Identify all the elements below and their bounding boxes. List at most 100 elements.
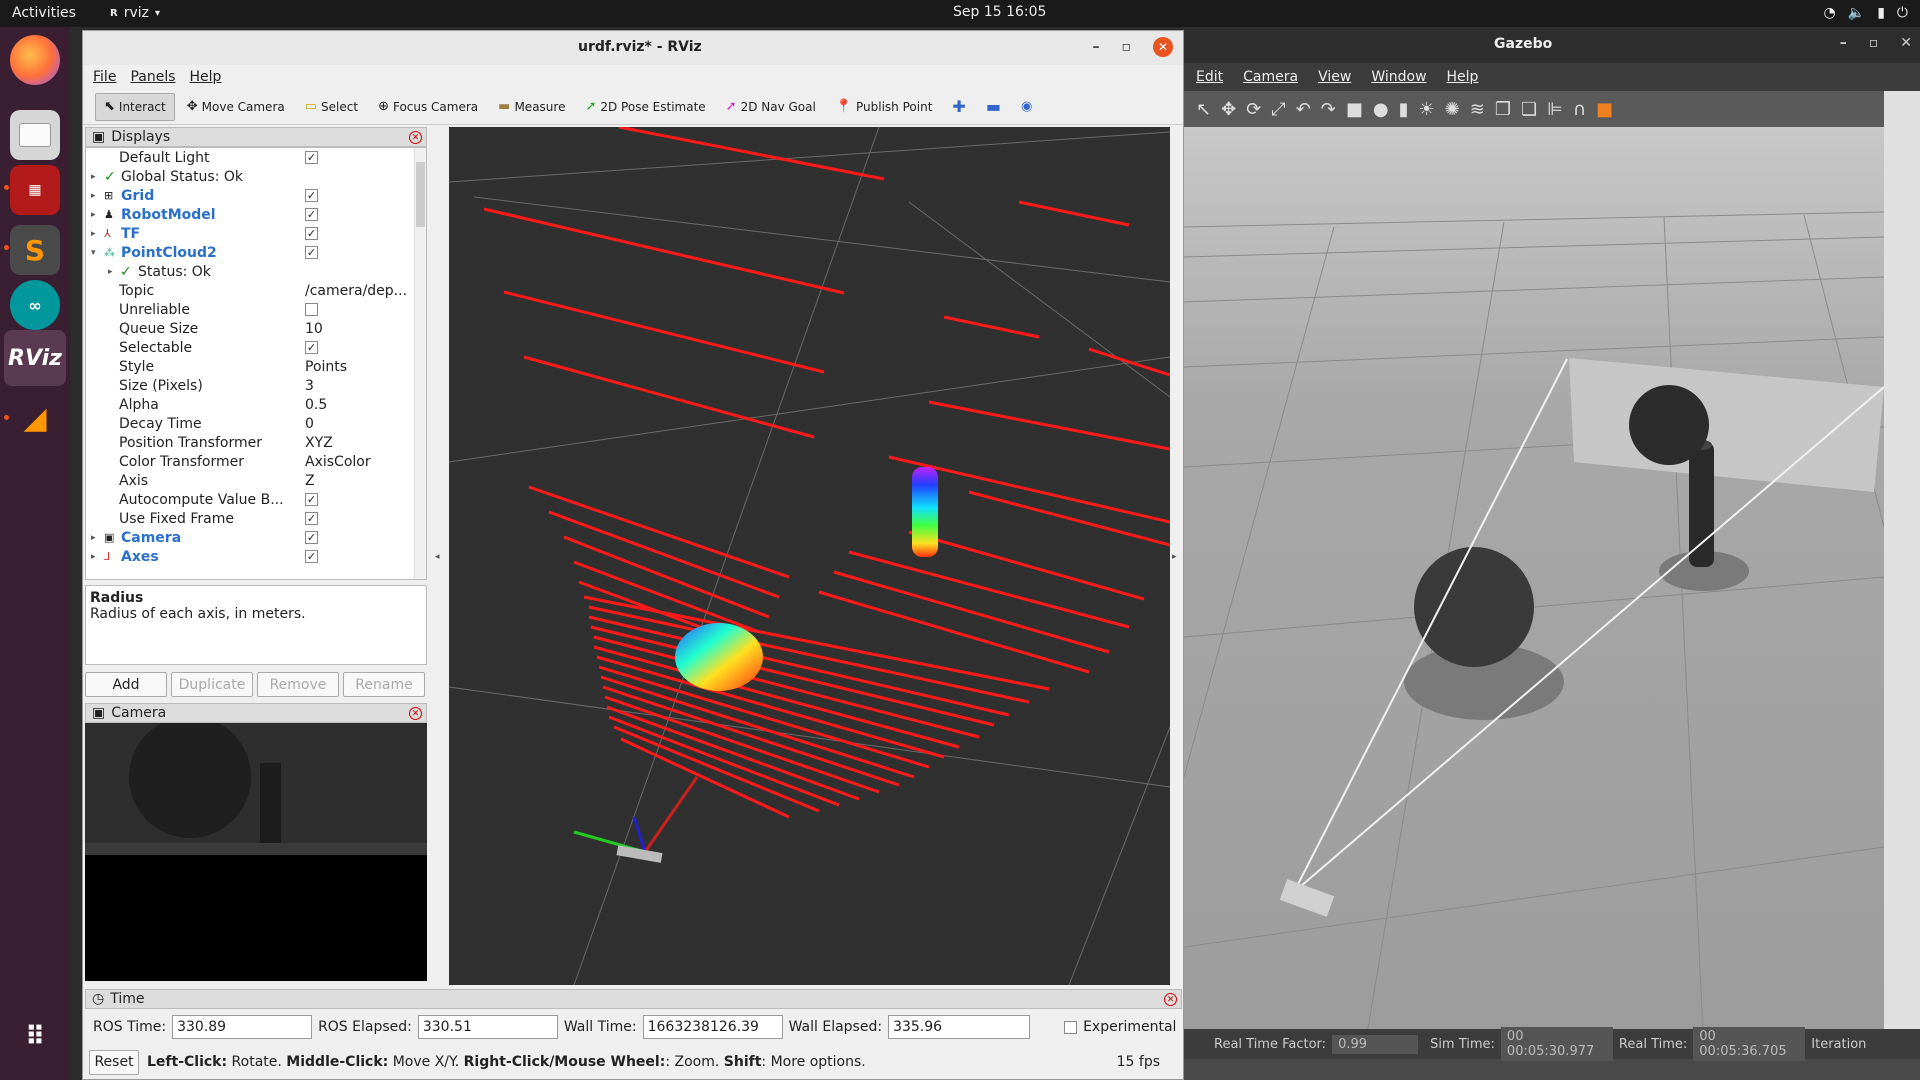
- row-value[interactable]: 0.5: [305, 397, 327, 413]
- tree-row-unreliable[interactable]: Unreliable: [86, 300, 426, 319]
- rviz-titlebar[interactable]: urdf.rviz* - RViz – ▫ ✕: [83, 31, 1183, 65]
- ros-elapsed-field[interactable]: 330.51: [417, 1015, 558, 1039]
- rename-button[interactable]: Rename: [343, 672, 425, 697]
- expand-icon[interactable]: ▸: [91, 533, 103, 543]
- tree-row-status[interactable]: ▸ ✓ Status: Ok: [86, 262, 426, 281]
- move-camera-tool[interactable]: ✥ Move Camera: [179, 93, 293, 121]
- row-value[interactable]: Points: [305, 359, 347, 375]
- ros-time-field[interactable]: 330.89: [172, 1015, 313, 1039]
- tree-row-use-fixed-frame[interactable]: Use Fixed Frame ✓: [86, 509, 426, 528]
- tree-row-default-light[interactable]: Default Light ✓: [86, 148, 426, 167]
- wall-elapsed-field[interactable]: 335.96: [888, 1015, 1031, 1039]
- expand-icon[interactable]: ▸: [91, 552, 103, 562]
- add-button[interactable]: Add: [85, 672, 167, 697]
- left-splitter[interactable]: ◂: [435, 127, 447, 985]
- tree-row-autocompute[interactable]: Autocompute Value B... ✓: [86, 490, 426, 509]
- pose-estimate-tool[interactable]: ➚ 2D Pose Estimate: [577, 93, 713, 121]
- gazebo-menu-camera[interactable]: Camera: [1243, 69, 1298, 85]
- checkbox[interactable]: ✓: [305, 341, 318, 354]
- gazebo-menu-help[interactable]: Help: [1447, 69, 1479, 85]
- scale-icon[interactable]: ⤢: [1271, 99, 1285, 120]
- checkbox[interactable]: ✓: [305, 189, 318, 202]
- tree-row-grid[interactable]: ▸ ⊞ Grid ✓: [86, 186, 426, 205]
- sublime-merge-icon[interactable]: ◢: [10, 393, 60, 443]
- row-value[interactable]: Z: [305, 473, 315, 489]
- rotate-icon[interactable]: ⟳: [1246, 99, 1261, 120]
- tree-row-queue-size[interactable]: Queue Size 10: [86, 319, 426, 338]
- duplicate-button[interactable]: Duplicate: [171, 672, 253, 697]
- close-icon[interactable]: ✕: [1900, 35, 1912, 51]
- arduino-icon[interactable]: ∞: [10, 280, 60, 330]
- menu-help[interactable]: Help: [190, 69, 222, 85]
- tree-row-topic[interactable]: Topic/camera/dep...: [86, 281, 426, 300]
- row-value[interactable]: 3: [305, 378, 314, 394]
- sublime-icon[interactable]: S: [10, 225, 60, 275]
- checkbox[interactable]: ✓: [305, 531, 318, 544]
- camera-type-button[interactable]: ◉: [1013, 93, 1040, 121]
- translate-icon[interactable]: ✥: [1221, 99, 1236, 120]
- tree-row-axis[interactable]: Axis Z: [86, 471, 426, 490]
- checkbox[interactable]: ✓: [305, 493, 318, 506]
- snap-icon[interactable]: ∩: [1573, 99, 1586, 120]
- firefox-icon[interactable]: [10, 35, 60, 85]
- undo-icon[interactable]: ↶: [1296, 99, 1311, 120]
- system-tray[interactable]: ◔ 🔈 ▮ ⏻: [1824, 5, 1908, 21]
- directional-light-icon[interactable]: ≋: [1470, 99, 1485, 120]
- activities-button[interactable]: Activities: [12, 5, 76, 21]
- gazebo-menu-window[interactable]: Window: [1371, 69, 1426, 85]
- close-icon[interactable]: ✕: [1164, 993, 1177, 1006]
- wall-time-field[interactable]: 1663238126.39: [642, 1015, 783, 1039]
- tree-row-robotmodel[interactable]: ▸ ♟ RobotModel ✓: [86, 205, 426, 224]
- tree-row-color-transformer[interactable]: Color Transformer AxisColor: [86, 452, 426, 471]
- minimize-icon[interactable]: –: [1840, 35, 1847, 51]
- checkbox[interactable]: [305, 303, 318, 316]
- checkbox[interactable]: ✓: [305, 208, 318, 221]
- expand-icon[interactable]: ▸: [108, 267, 120, 277]
- files-icon[interactable]: [10, 110, 60, 160]
- close-icon[interactable]: ✕: [409, 131, 422, 144]
- displays-tree[interactable]: Default Light ✓ ▸ ✓ Global Status: Ok ▸ ⊞ Gri…: [85, 147, 427, 580]
- tree-scrollbar[interactable]: [414, 148, 426, 579]
- remove-button[interactable]: Remove: [257, 672, 339, 697]
- tree-row-global-status[interactable]: ▸ ✓ Global Status: Ok: [86, 167, 426, 186]
- interact-tool[interactable]: ⬉ Interact: [95, 92, 175, 121]
- collapse-icon[interactable]: ▾: [91, 248, 103, 258]
- checkbox[interactable]: ✓: [305, 151, 318, 164]
- right-splitter[interactable]: ▸: [1172, 127, 1184, 985]
- clock[interactable]: Sep 15 16:05: [953, 4, 1046, 20]
- nav-goal-tool[interactable]: ➚ 2D Nav Goal: [718, 93, 824, 121]
- gazebo-menu-view[interactable]: View: [1318, 69, 1351, 85]
- expand-icon[interactable]: ▸: [91, 210, 103, 220]
- close-icon[interactable]: ✕: [1153, 37, 1173, 57]
- camera-image[interactable]: [85, 723, 427, 981]
- redo-icon[interactable]: ↷: [1321, 99, 1336, 120]
- rviz-icon[interactable]: RViz: [8, 333, 62, 383]
- menu-file[interactable]: File: [93, 69, 116, 85]
- tree-row-selectable[interactable]: Selectable ✓: [86, 338, 426, 357]
- experimental-checkbox[interactable]: [1064, 1020, 1078, 1034]
- gazebo-3d-scene[interactable]: [1184, 127, 1884, 1052]
- tree-row-position-transformer[interactable]: Position Transformer XYZ: [86, 433, 426, 452]
- tree-row-pointcloud2[interactable]: ▾ ⁂ PointCloud2 ✓: [86, 243, 426, 262]
- select-tool[interactable]: ▭ Select: [297, 93, 366, 121]
- maximize-icon[interactable]: ▫: [1122, 39, 1132, 55]
- checkbox[interactable]: ✓: [305, 227, 318, 240]
- row-value[interactable]: 0: [305, 416, 314, 432]
- gazebo-menu-edit[interactable]: Edit: [1196, 69, 1223, 85]
- row-value[interactable]: /camera/dep...: [305, 283, 407, 299]
- minimize-icon[interactable]: –: [1093, 39, 1100, 55]
- row-value[interactable]: AxisColor: [305, 454, 371, 470]
- cylinder-icon[interactable]: ▮: [1399, 99, 1409, 120]
- tree-row-size[interactable]: Size (Pixels) 3: [86, 376, 426, 395]
- align-icon[interactable]: ⊫: [1547, 99, 1563, 120]
- add-tool-button[interactable]: ✚: [944, 93, 973, 121]
- screenshot-icon[interactable]: ■: [1596, 99, 1613, 120]
- maximize-icon[interactable]: ▫: [1869, 35, 1879, 51]
- rviz-3d-view[interactable]: [449, 127, 1170, 985]
- gazebo-side-panel[interactable]: [1884, 91, 1920, 1031]
- tree-row-camera[interactable]: ▸ ▣ Camera ✓: [86, 528, 426, 547]
- checkbox[interactable]: ✓: [305, 246, 318, 259]
- row-value[interactable]: XYZ: [305, 435, 333, 451]
- arrow-icon[interactable]: ↖: [1196, 99, 1211, 120]
- menu-panels[interactable]: Panels: [130, 69, 175, 85]
